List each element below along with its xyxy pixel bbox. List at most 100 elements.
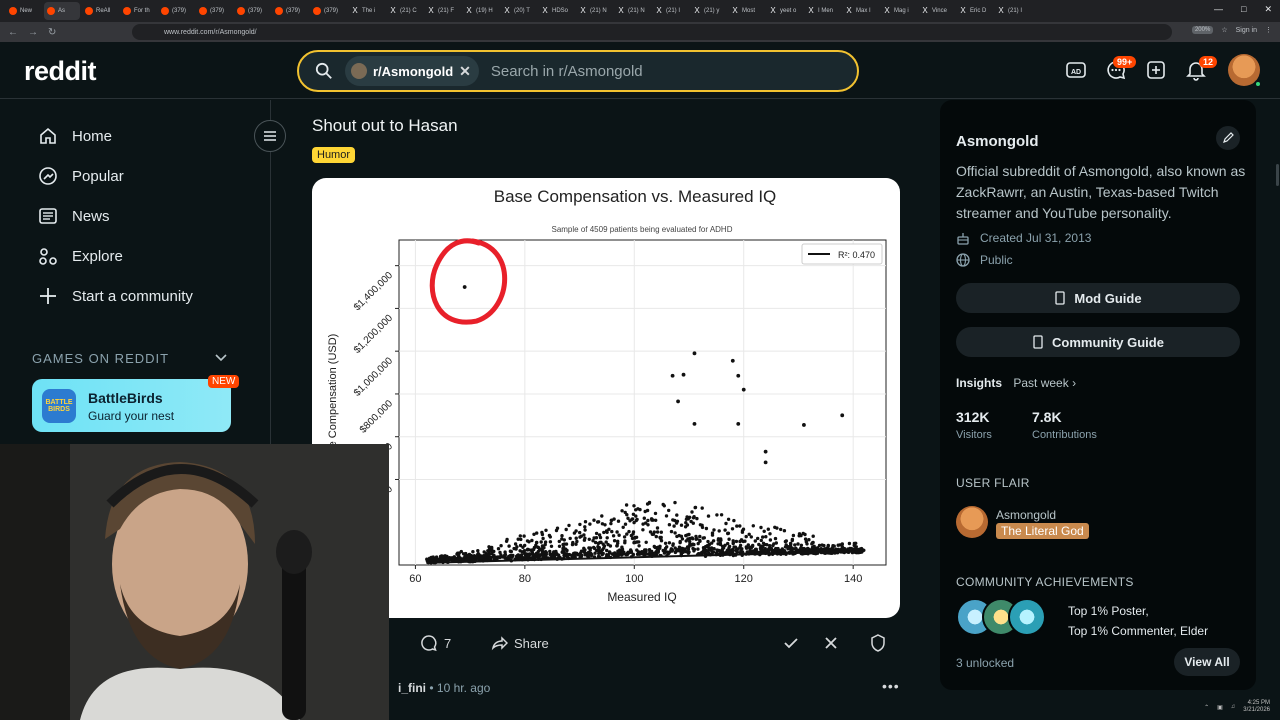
scatter-point [561, 548, 565, 553]
sign-in-button[interactable]: Sign in [1236, 27, 1257, 34]
x-logo-icon: X [390, 6, 396, 15]
nav-news[interactable]: News [38, 206, 110, 226]
scatter-point [673, 550, 678, 554]
bookmark-star-icon[interactable]: ☆ [1221, 26, 1227, 34]
battlebirds-game-card[interactable]: BATTLE BIRDS BattleBirds Guard your nest… [32, 375, 240, 432]
reddit-logo[interactable]: reddit [24, 56, 97, 87]
nav-explore[interactable]: Explore [38, 246, 123, 266]
chevron-down-icon[interactable] [214, 352, 228, 362]
scatter-point [611, 534, 616, 538]
browser-tab[interactable]: For th [120, 2, 156, 20]
flair-tag[interactable]: The Literal God [996, 523, 1089, 539]
browser-tab[interactable]: (379) [272, 2, 308, 20]
scatter-point [499, 544, 503, 548]
scatter-point [631, 552, 635, 556]
browser-tab[interactable]: X (19) H [462, 2, 498, 20]
nav-popular[interactable]: Popular [38, 166, 124, 186]
browser-tab[interactable]: New [6, 2, 42, 20]
scatter-point [445, 557, 449, 561]
scatter-point [761, 535, 765, 539]
scatter-point [566, 553, 570, 558]
browser-tab[interactable]: X (21) N [614, 2, 650, 20]
collapse-sidebar-button[interactable] [254, 120, 286, 152]
advertise-icon[interactable]: AD [1065, 59, 1087, 81]
browser-tab[interactable]: X Most [728, 2, 764, 20]
post-flair[interactable]: Humor [312, 147, 356, 163]
browser-tab[interactable]: (379) [234, 2, 270, 20]
browser-tab[interactable]: Xyeet o [766, 2, 802, 20]
scatter-point [656, 546, 661, 551]
edit-community-button[interactable] [1216, 126, 1240, 150]
approve-button[interactable] [782, 628, 800, 658]
nav-start-community[interactable]: Start a community [38, 286, 193, 306]
games-heading[interactable]: GAMES ON REDDIT [32, 351, 169, 366]
close-window-icon[interactable]: ✕ [1264, 4, 1272, 15]
scatter-point [675, 534, 679, 539]
browser-tab[interactable]: X The i [348, 2, 384, 20]
mod-shield-button[interactable] [870, 628, 886, 658]
mod-guide-button[interactable]: Mod Guide [956, 283, 1240, 313]
post-title[interactable]: Shout out to Hasan [312, 116, 458, 136]
browser-tab[interactable]: (379) [158, 2, 194, 20]
reload-icon[interactable]: ↻ [48, 27, 56, 38]
zoom-badge[interactable]: 200% [1191, 26, 1214, 34]
forward-icon[interactable]: → [28, 27, 38, 38]
browser-tab[interactable]: X (20) T [500, 2, 536, 20]
scatter-point [557, 539, 561, 544]
insights-row[interactable]: Insights Past week › [956, 376, 1076, 390]
create-post-icon[interactable] [1145, 59, 1167, 81]
browser-tab[interactable]: X HDSo [538, 2, 574, 20]
scatter-point [692, 549, 696, 553]
browser-tab[interactable]: X (21) I [994, 2, 1030, 20]
nav-home[interactable]: Home [38, 126, 112, 146]
next-post-author[interactable]: i_fini [398, 681, 426, 695]
browser-tab-label: New [20, 8, 33, 14]
browser-menu-icon[interactable]: ⋮ [1265, 26, 1272, 34]
scatter-point [541, 551, 546, 555]
browser-tab[interactable]: X (21) F [424, 2, 460, 20]
browser-tab[interactable]: (379) [196, 2, 232, 20]
browser-tab[interactable]: X Eric D [956, 2, 992, 20]
comments-button[interactable]: 7 [420, 628, 451, 658]
minimize-icon[interactable]: — [1214, 4, 1223, 15]
community-guide-button[interactable]: Community Guide [956, 327, 1240, 357]
more-options-icon[interactable]: ••• [882, 678, 900, 694]
browser-tab[interactable]: X Vince [918, 2, 954, 20]
browser-tab[interactable]: (379) [310, 2, 346, 20]
tray-clock[interactable]: 4:25 PM 3/21/2026 [1243, 700, 1270, 714]
scrollbar-thumb[interactable] [1276, 164, 1279, 186]
search-bar[interactable]: r/Asmongold ✕ [297, 50, 859, 92]
browser-tab-label: (21) y [704, 8, 720, 14]
browser-tab[interactable]: X Mag i [880, 2, 916, 20]
scatter-point [675, 519, 680, 523]
url-field[interactable]: www.reddit.com/r/Asmongold/ [132, 24, 1172, 40]
volume-icon[interactable]: ♫ [1231, 704, 1236, 710]
maximize-icon[interactable]: □ [1241, 4, 1246, 15]
unlocked-count: 3 unlocked [956, 656, 1015, 670]
remove-button[interactable] [823, 628, 839, 658]
search-input[interactable] [490, 62, 851, 80]
reddit-favicon-icon [199, 7, 207, 15]
browser-tab[interactable]: X (21) I [652, 2, 688, 20]
browser-tab[interactable]: X (21) y [690, 2, 726, 20]
browser-tab[interactable]: ReAll [82, 2, 118, 20]
chip-close-icon[interactable]: ✕ [459, 63, 471, 80]
subreddit-search-chip[interactable]: r/Asmongold ✕ [345, 56, 479, 86]
share-button[interactable]: Share [490, 628, 549, 658]
scatter-point [451, 557, 456, 561]
back-icon[interactable]: ← [8, 27, 18, 38]
post-image[interactable]: Base Compensation vs. Measured IQ Sample … [312, 178, 900, 618]
achievement-badges[interactable] [956, 598, 1052, 638]
browser-tab[interactable]: As [44, 2, 80, 20]
browser-tab[interactable]: X Max I [842, 2, 878, 20]
view-all-button[interactable]: View All [1174, 648, 1240, 676]
scatter-point [518, 534, 522, 538]
browser-tab[interactable]: X (21) C [386, 2, 422, 20]
network-icon[interactable]: ▣ [1217, 704, 1223, 711]
scatter-point [632, 540, 637, 544]
tray-chevron-icon[interactable]: ⌃ [1204, 704, 1209, 711]
browser-tab[interactable]: X (21) N [576, 2, 612, 20]
x-logo-icon: X [846, 6, 852, 15]
browser-tab-label: (21) F [438, 8, 455, 14]
browser-tab[interactable]: X I Men [804, 2, 840, 20]
